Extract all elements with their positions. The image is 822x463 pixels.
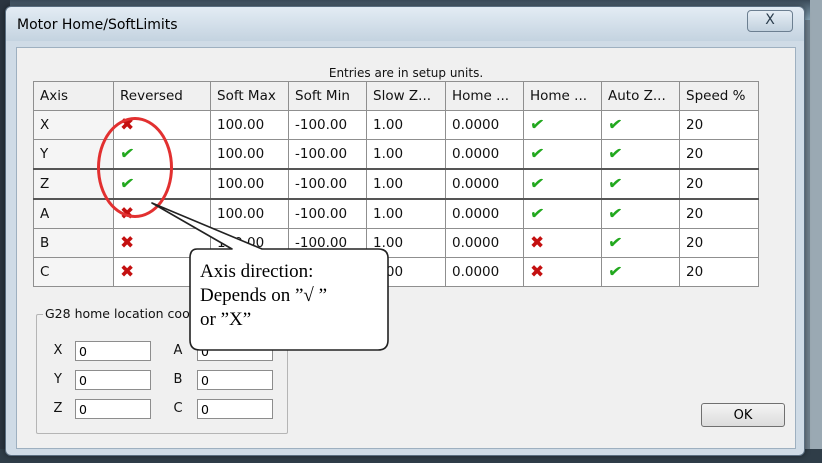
column-header-soft-max[interactable]: Soft Max	[210, 81, 289, 111]
green-check-icon[interactable]: ✔	[607, 143, 624, 165]
green-check-icon[interactable]: ✔	[607, 261, 624, 283]
home-neg-cell[interactable]: ✖	[523, 257, 602, 287]
red-cross-icon[interactable]: ✖	[120, 233, 134, 253]
soft-min-cell[interactable]: -100.00	[288, 198, 367, 229]
g28-y-label: Y	[54, 372, 62, 387]
green-check-icon[interactable]: ✔	[529, 173, 546, 195]
callout-text: Axis direction: Depends on ”√ ” or ”X”	[200, 260, 380, 332]
g28-group-legend: G28 home location coo	[43, 306, 192, 321]
soft-min-cell[interactable]: -100.00	[288, 228, 367, 258]
slow-zone-cell[interactable]: 1.00	[366, 110, 446, 140]
axis-cell[interactable]: A	[33, 198, 114, 229]
speed-cell[interactable]: 20	[679, 257, 759, 287]
green-check-icon[interactable]: ✔	[607, 114, 624, 136]
g28-c-label: C	[173, 401, 183, 416]
dialog-title: Motor Home/SoftLimits	[17, 17, 178, 33]
column-header-home-neg[interactable]: Home ...	[523, 81, 602, 111]
g28-c-input[interactable]	[197, 399, 273, 419]
auto-zero-cell[interactable]: ✔	[601, 139, 680, 170]
table-caption: Entries are in setup units.	[328, 66, 484, 80]
background-right-edge	[810, 0, 822, 463]
auto-zero-cell[interactable]: ✔	[601, 168, 680, 200]
home-neg-cell[interactable]: ✔	[523, 198, 602, 229]
column-header-axis[interactable]: Axis	[33, 81, 114, 111]
red-cross-icon[interactable]: ✖	[120, 262, 134, 282]
soft-min-cell[interactable]: -100.00	[288, 110, 367, 140]
close-button[interactable]: X	[747, 10, 793, 32]
green-check-icon[interactable]: ✔	[607, 173, 624, 195]
slow-zone-cell[interactable]: 1.00	[366, 139, 446, 170]
g28-x-label: X	[53, 343, 63, 358]
axis-cell[interactable]: C	[33, 257, 114, 287]
column-header-auto-zero[interactable]: Auto Z...	[601, 81, 680, 111]
home-neg-cell[interactable]: ✔	[523, 139, 602, 170]
soft-min-cell[interactable]: -100.00	[288, 168, 367, 200]
highlight-ellipse	[97, 117, 173, 218]
reversed-cell[interactable]: ✖	[113, 228, 211, 258]
table-header-row: Axis Reversed Soft Max Soft Min Slow Z..…	[33, 81, 759, 111]
soft-max-cell[interactable]: 100.00	[210, 168, 289, 200]
column-header-reversed[interactable]: Reversed	[113, 81, 211, 111]
auto-zero-cell[interactable]: ✔	[601, 257, 680, 287]
home-neg-cell[interactable]: ✖	[523, 228, 602, 258]
g28-x-input[interactable]	[75, 341, 151, 361]
axis-cell[interactable]: B	[33, 228, 114, 258]
home-neg-cell[interactable]: ✔	[523, 168, 602, 200]
title-bar[interactable]: Motor Home/SoftLimits X	[6, 7, 804, 41]
auto-zero-cell[interactable]: ✔	[601, 228, 680, 258]
auto-zero-cell[interactable]: ✔	[601, 198, 680, 229]
soft-min-cell[interactable]: -100.00	[288, 139, 367, 170]
slow-zone-cell[interactable]: 1.00	[366, 228, 446, 258]
axis-cell[interactable]: X	[33, 110, 114, 140]
g28-b-label: B	[173, 372, 183, 387]
soft-max-cell[interactable]: 100.00	[210, 198, 289, 229]
green-check-icon[interactable]: ✔	[607, 203, 624, 225]
g28-b-input[interactable]	[197, 370, 273, 390]
home-offset-cell[interactable]: 0.0000	[445, 110, 524, 140]
reversed-cell[interactable]: ✖	[113, 257, 211, 287]
column-header-home-offset[interactable]: Home ...	[445, 81, 524, 111]
slow-zone-cell[interactable]: 1.00	[366, 198, 446, 229]
g28-z-input[interactable]	[75, 399, 151, 419]
slow-zone-cell[interactable]: 1.00	[366, 168, 446, 200]
callout-line-3: or ”X”	[200, 309, 252, 330]
close-icon: X	[765, 12, 775, 28]
callout-line-2: Depends on ”√ ”	[200, 285, 328, 306]
motor-home-softlimits-dialog: Motor Home/SoftLimits X Entries are in s…	[5, 6, 805, 456]
speed-cell[interactable]: 20	[679, 110, 759, 140]
green-check-icon[interactable]: ✔	[529, 143, 546, 165]
g28-y-input[interactable]	[75, 370, 151, 390]
home-offset-cell[interactable]: 0.0000	[445, 139, 524, 170]
speed-cell[interactable]: 20	[679, 168, 759, 200]
column-header-speed[interactable]: Speed %	[679, 81, 759, 111]
table-row[interactable]: B ✖ 100.00 -100.00 1.00 0.0000 ✖ ✔ 20	[33, 228, 759, 258]
green-check-icon[interactable]: ✔	[529, 114, 546, 136]
ok-button[interactable]: OK	[701, 403, 785, 427]
green-check-icon[interactable]: ✔	[529, 203, 546, 225]
home-offset-cell[interactable]: 0.0000	[445, 228, 524, 258]
g28-a-label: A	[173, 343, 183, 358]
column-header-soft-min[interactable]: Soft Min	[288, 81, 367, 111]
g28-z-label: Z	[53, 401, 63, 416]
g28-home-location-group: G28 home location coo X A Y B Z C	[36, 306, 288, 434]
home-offset-cell[interactable]: 0.0000	[445, 198, 524, 229]
soft-max-cell[interactable]: 100.00	[210, 228, 289, 258]
table-row[interactable]: C ✖ 100.00 -100.00 1.00 0.0000 ✖ ✔ 20	[33, 257, 759, 287]
home-offset-cell[interactable]: 0.0000	[445, 257, 524, 287]
dialog-client-area: Entries are in setup units. Axis Reverse…	[16, 47, 796, 449]
speed-cell[interactable]: 20	[679, 198, 759, 229]
auto-zero-cell[interactable]: ✔	[601, 110, 680, 140]
speed-cell[interactable]: 20	[679, 139, 759, 170]
callout-line-1: Axis direction:	[200, 261, 314, 282]
home-neg-cell[interactable]: ✔	[523, 110, 602, 140]
soft-max-cell[interactable]: 100.00	[210, 139, 289, 170]
home-offset-cell[interactable]: 0.0000	[445, 168, 524, 200]
column-header-slow-zone[interactable]: Slow Z...	[366, 81, 446, 111]
g28-a-input[interactable]	[197, 341, 273, 361]
red-cross-icon[interactable]: ✖	[530, 262, 544, 282]
soft-max-cell[interactable]: 100.00	[210, 110, 289, 140]
green-check-icon[interactable]: ✔	[607, 232, 624, 254]
speed-cell[interactable]: 20	[679, 228, 759, 258]
red-cross-icon[interactable]: ✖	[530, 233, 544, 253]
